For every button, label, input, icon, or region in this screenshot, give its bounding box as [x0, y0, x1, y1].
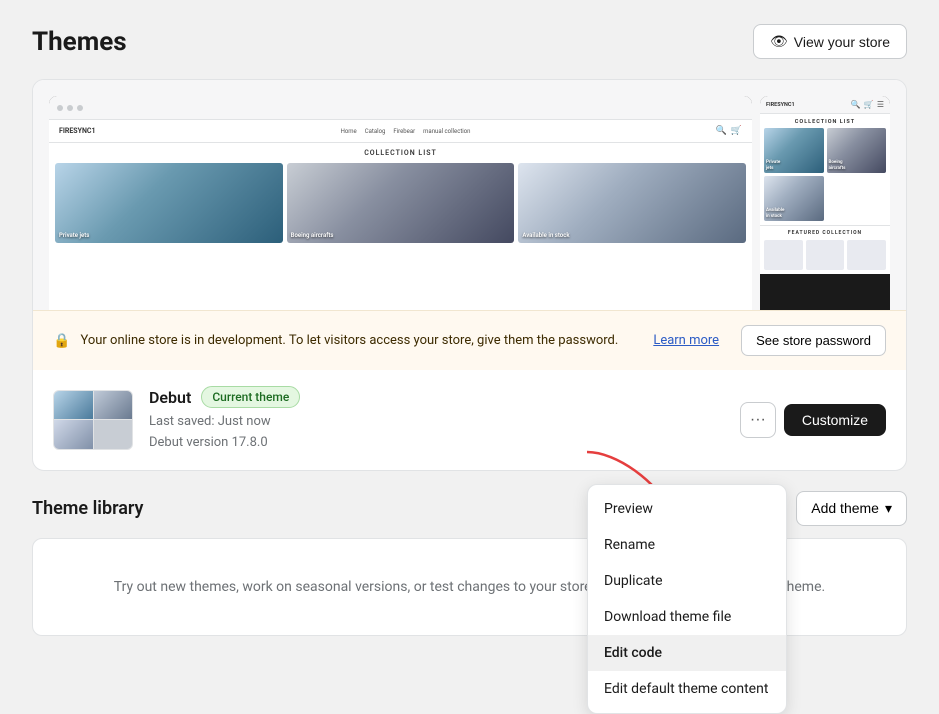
- current-theme-badge: Current theme: [201, 386, 300, 408]
- desktop-content: FIRESYNC1 Home Catalog Firebear manual c…: [49, 120, 752, 310]
- desktop-nav-links: Home Catalog Firebear manual collection: [341, 128, 471, 135]
- mobile-label-stock: Availablein stock: [766, 208, 784, 219]
- preview-images: FIRESYNC1 Home Catalog Firebear manual c…: [33, 80, 906, 310]
- add-theme-label: Add theme: [811, 500, 879, 516]
- lock-icon: 🔒: [53, 333, 70, 349]
- desktop-brand: FIRESYNC1: [59, 127, 96, 135]
- mobile-search-icon: 🔍: [851, 100, 861, 109]
- theme-info-row: Debut Current theme Last saved: Just now…: [33, 370, 906, 470]
- grid-bg-stock: Available in stock: [518, 163, 746, 243]
- grid-label-stock: Available in stock: [522, 232, 569, 239]
- mobile-collection-title: COLLECTION LIST: [760, 114, 890, 128]
- theme-thumbnail: [53, 390, 133, 450]
- mobile-brand: FIRESYNC1: [766, 102, 795, 108]
- cart-icon: 🛒: [731, 126, 742, 136]
- view-store-button[interactable]: 👁 View your store: [753, 24, 907, 59]
- theme-preview-card: FIRESYNC1 Home Catalog Firebear manual c…: [32, 79, 907, 471]
- nav-collection: manual collection: [423, 128, 470, 135]
- search-icon: 🔍: [716, 126, 727, 136]
- eye-icon: 👁: [770, 33, 788, 50]
- mobile-featured-title: FEATURED COLLECTION: [760, 225, 890, 240]
- grid-bg-jets: Private jets: [55, 163, 283, 243]
- ellipsis-icon: ···: [750, 411, 766, 429]
- page-header: Themes 👁 View your store: [32, 24, 907, 59]
- dropdown-item-duplicate[interactable]: Duplicate: [588, 563, 786, 599]
- theme-last-saved: Last saved: Just now: [149, 412, 724, 433]
- mobile-grid-boeing: Boeingaircrafts: [827, 128, 887, 173]
- password-notice: 🔒 Your online store is in development. T…: [33, 310, 906, 370]
- desktop-nav-icons: 🔍 🛒: [716, 126, 742, 136]
- thumb-cell-1: [54, 391, 93, 420]
- mobile-featured-row: [760, 240, 890, 274]
- view-store-label: View your store: [794, 34, 890, 50]
- mobile-content: COLLECTION LIST Privatejets Boeingaircra…: [760, 114, 890, 274]
- dropdown-item-rename[interactable]: Rename: [588, 527, 786, 563]
- theme-name: Debut: [149, 388, 191, 407]
- notice-text: Your online store is in development. To …: [80, 333, 643, 348]
- page-title: Themes: [32, 27, 127, 57]
- browser-bar: [49, 96, 752, 120]
- mobile-label-jets: Privatejets: [766, 160, 780, 171]
- mobile-preview: FIRESYNC1 🔍 🛒 ☰ COLLECTION LIST Privatej…: [760, 96, 890, 310]
- mobile-cart-icon: 🛒: [864, 100, 874, 109]
- thumb-cell-4: [94, 420, 133, 449]
- learn-more-link[interactable]: Learn more: [653, 333, 719, 348]
- desktop-preview: FIRESYNC1 Home Catalog Firebear manual c…: [49, 96, 752, 310]
- add-theme-button[interactable]: Add theme ▾: [796, 491, 907, 526]
- chevron-down-icon: ▾: [885, 500, 892, 517]
- grid-item-boeing: Boeing aircrafts: [287, 163, 515, 243]
- mobile-grid-stock: Availablein stock: [764, 176, 824, 221]
- dropdown-item-preview[interactable]: Preview: [588, 491, 786, 527]
- theme-actions: ··· Customize: [740, 402, 886, 438]
- thumb-cell-3: [54, 420, 93, 449]
- desktop-grid: Private jets Boeing aircrafts Available …: [49, 163, 752, 243]
- dropdown-item-download[interactable]: Download theme file: [588, 599, 786, 635]
- grid-label-jets: Private jets: [59, 232, 89, 239]
- browser-dot-2: [67, 105, 73, 111]
- mobile-featured-3: [847, 240, 886, 270]
- mobile-grid-jets: Privatejets: [764, 128, 824, 173]
- desktop-nav: FIRESYNC1 Home Catalog Firebear manual c…: [49, 120, 752, 143]
- mobile-label-boeing: Boeingaircrafts: [829, 160, 846, 171]
- mobile-icons: 🔍 🛒 ☰: [851, 100, 884, 109]
- mobile-menu-icon: ☰: [877, 100, 884, 109]
- mobile-grid: Privatejets Boeingaircrafts Availablein …: [760, 128, 890, 225]
- theme-details: Debut Current theme Last saved: Just now…: [149, 386, 724, 454]
- mobile-featured-2: [806, 240, 845, 270]
- more-options-button[interactable]: ···: [740, 402, 776, 438]
- nav-home: Home: [341, 128, 357, 135]
- grid-item-jets: Private jets: [55, 163, 283, 243]
- desktop-collection-title: COLLECTION LIST: [49, 143, 752, 163]
- grid-item-stock: Available in stock: [518, 163, 746, 243]
- see-store-password-button[interactable]: See store password: [741, 325, 886, 356]
- thumb-cell-2: [94, 391, 133, 420]
- mobile-status-bar: FIRESYNC1 🔍 🛒 ☰: [760, 96, 890, 114]
- nav-firebear: Firebear: [393, 128, 415, 135]
- grid-label-boeing: Boeing aircrafts: [291, 232, 334, 239]
- mobile-featured-1: [764, 240, 803, 270]
- theme-library-title: Theme library: [32, 498, 143, 519]
- theme-version: Debut version 17.8.0: [149, 433, 724, 454]
- dropdown-item-edit-default[interactable]: Edit default theme content: [588, 671, 786, 707]
- browser-dot-1: [57, 105, 63, 111]
- browser-dot-3: [77, 105, 83, 111]
- dropdown-item-edit-code[interactable]: Edit code: [588, 635, 786, 671]
- dropdown-menu: Preview Rename Duplicate Download theme …: [587, 484, 787, 714]
- customize-button[interactable]: Customize: [784, 404, 886, 436]
- theme-name-row: Debut Current theme: [149, 386, 724, 408]
- nav-catalog: Catalog: [365, 128, 386, 135]
- grid-bg-boeing: Boeing aircrafts: [287, 163, 515, 243]
